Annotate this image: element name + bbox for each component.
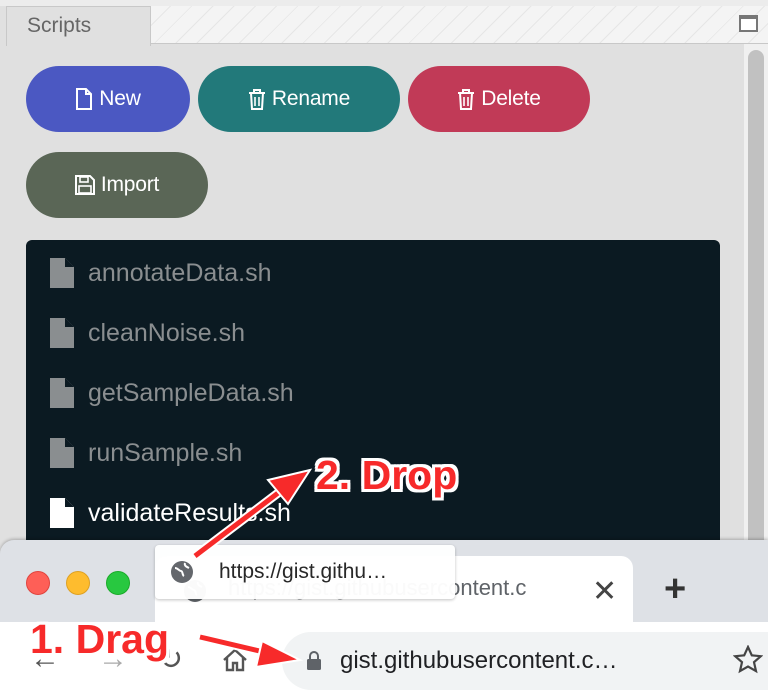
drag-preview-url: https://gist.githu… [219,560,388,583]
import-button-label: Import [100,173,160,196]
file-list: annotateData.sh cleanNoise.sh getSampleD… [26,240,720,560]
lock-icon [307,651,321,670]
scrollbar-thumb[interactable] [748,50,764,550]
delete-button[interactable]: Delete [408,66,590,132]
trash-icon [458,89,475,110]
close-window-button[interactable] [26,571,50,595]
file-name: runSample.sh [88,438,243,467]
import-button[interactable]: Import [26,152,208,218]
file-name: annotateData.sh [88,258,272,287]
save-icon [74,175,95,195]
trash-icon [248,89,265,110]
file-icon [50,318,74,348]
file-item-validate-results[interactable]: validateResults.sh [26,493,720,533]
file-item-clean-noise[interactable]: cleanNoise.sh [26,313,720,353]
file-name: validateResults.sh [88,498,291,527]
file-icon [50,498,74,528]
scripts-tab-label: Scripts [27,14,92,37]
scripts-tab[interactable]: Scripts [6,6,151,46]
file-item-annotate-data[interactable]: annotateData.sh [26,253,720,293]
bookmark-star-icon[interactable] [733,645,763,675]
drop-annotation: 2. Drop [316,452,458,498]
address-bar-text: gist.githubusercontent.c… [340,647,618,674]
tab-close-icon[interactable]: ✕ [592,574,617,609]
file-name: getSampleData.sh [88,378,294,407]
file-icon [50,438,74,468]
maximize-window-button[interactable] [106,571,130,595]
file-icon [50,378,74,408]
rename-button[interactable]: Rename [198,66,400,132]
drag-preview: https://gist.githu… [155,545,455,599]
maximize-icon[interactable] [739,15,758,32]
file-name: cleanNoise.sh [88,318,246,347]
home-icon[interactable] [222,648,248,672]
delete-button-label: Delete [481,87,541,110]
new-button[interactable]: New [26,66,190,132]
globe-icon [171,561,193,583]
file-item-get-sample-data[interactable]: getSampleData.sh [26,373,720,413]
tab-strip [150,6,768,44]
new-tab-icon[interactable]: + [664,568,686,611]
rename-button-label: Rename [271,87,351,110]
minimize-window-button[interactable] [66,571,90,595]
file-icon [50,258,74,288]
new-button-label: New [99,87,141,110]
file-icon [76,88,93,110]
drag-annotation: 1. Drag [30,616,169,662]
address-bar[interactable]: gist.githubusercontent.c… [282,632,768,690]
